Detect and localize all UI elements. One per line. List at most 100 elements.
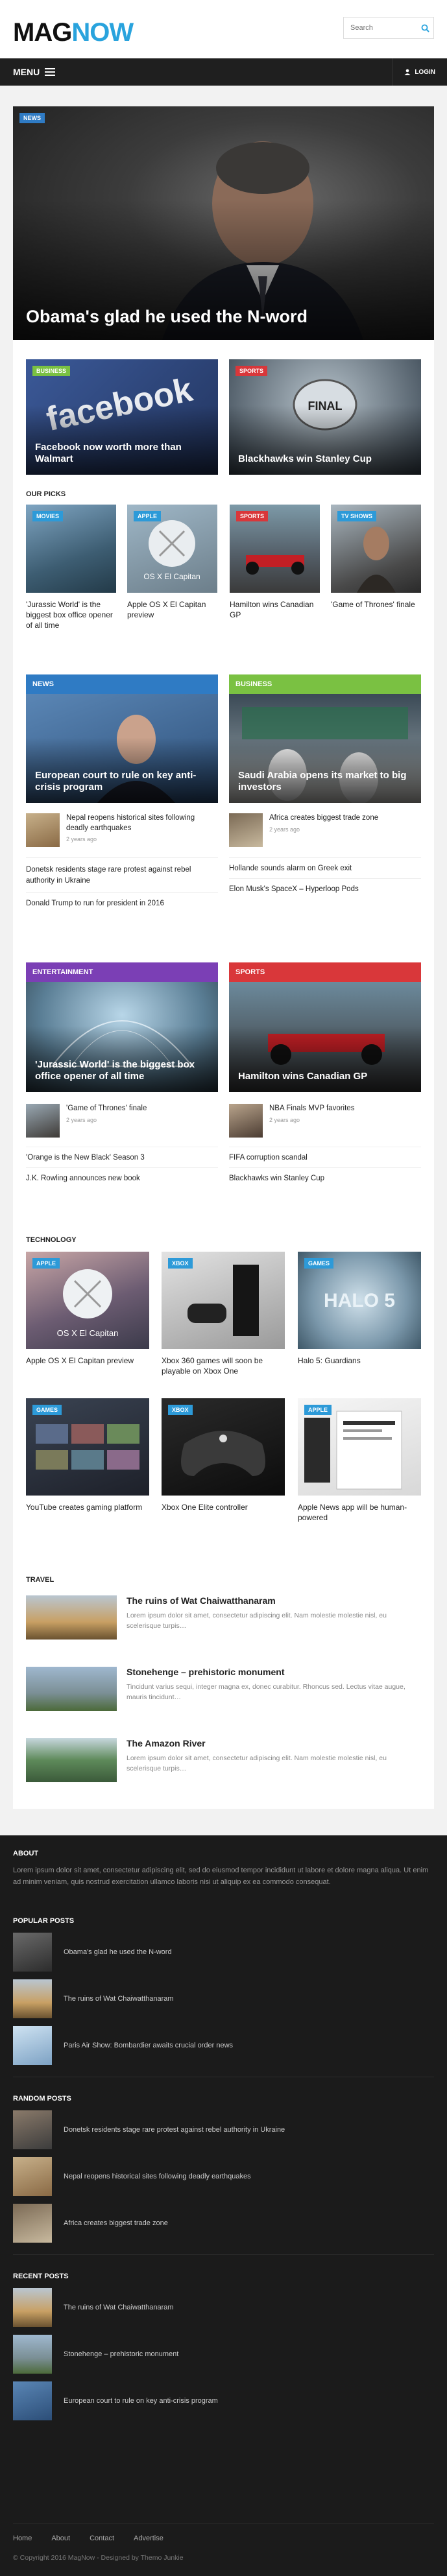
hero-tag[interactable]: NEWS [19, 113, 45, 123]
tech-card-1[interactable]: OS X El Capitan APPLE [26, 1252, 149, 1349]
tech-card-5[interactable]: XBOX [162, 1398, 285, 1496]
news-bar[interactable]: NEWS [26, 674, 218, 694]
travel-excerpt-2: Tincidunt varius sequi, integer magna ex… [127, 1683, 405, 1701]
pick-caption-1[interactable]: 'Jurassic World' is the biggest box offi… [26, 599, 116, 631]
tech-tag-5[interactable]: XBOX [168, 1405, 193, 1415]
tech-card-3[interactable]: HALO 5 GAMES [298, 1252, 421, 1349]
tech-tag-3[interactable]: GAMES [304, 1258, 334, 1269]
search-input[interactable] [344, 18, 417, 38]
sports-small-title: NBA Finals MVP favorites [269, 1104, 355, 1112]
sports-small-item[interactable]: NBA Finals MVP favorites 2 years ago [229, 1104, 421, 1138]
popular-post-3[interactable]: Paris Air Show: Bombardier awaits crucia… [13, 2026, 233, 2065]
random-title-3: Africa creates biggest trade zone [64, 2219, 168, 2227]
sports-small-meta: 2 years ago [269, 1116, 300, 1123]
pick-card-2[interactable]: OS X El Capitan APPLE [127, 505, 217, 593]
tech-tag-6[interactable]: APPLE [304, 1405, 332, 1415]
menu-label: MENU [13, 67, 40, 77]
footer-link-home[interactable]: Home [13, 2534, 32, 2542]
tech-caption-4[interactable]: YouTube creates gaming platform [26, 1502, 149, 1512]
tech-tag-4[interactable]: GAMES [32, 1405, 62, 1415]
pick-card-3[interactable]: SPORTS [230, 505, 320, 593]
pick-tag-4[interactable]: TV SHOWS [337, 511, 377, 521]
random-post-1[interactable]: Donetsk residents stage rare protest aga… [13, 2110, 285, 2149]
random-posts-title: RANDOM POSTS [13, 2095, 71, 2103]
tech-caption-1[interactable]: Apple OS X El Capitan preview [26, 1355, 149, 1366]
tech-card-2[interactable]: XBOX [162, 1252, 285, 1349]
travel-item-2[interactable]: Stonehenge – prehistoric monument Tincid… [26, 1667, 421, 1711]
travel-item-1[interactable]: The ruins of Wat Chaiwatthanaram Lorem i… [26, 1595, 421, 1640]
footer-link-contact[interactable]: Contact [90, 2534, 114, 2542]
tech-caption-3[interactable]: Halo 5: Guardians [298, 1355, 421, 1366]
footer-links: Home About Contact Advertise [13, 2534, 163, 2542]
travel-excerpt-1: Lorem ipsum dolor sit amet, consectetur … [127, 1612, 387, 1630]
pick-tag-1[interactable]: MOVIES [32, 511, 64, 521]
business-bar[interactable]: BUSINESS [229, 674, 421, 694]
recent-title-2: Stonehenge – prehistoric monument [64, 2350, 179, 2358]
feature-tag-business[interactable]: BUSINESS [32, 366, 71, 376]
site-logo[interactable]: MAGNOW [13, 18, 134, 47]
pick-tag-2[interactable]: APPLE [134, 511, 162, 521]
tech-card-6[interactable]: APPLE [298, 1398, 421, 1496]
recent-post-1[interactable]: The ruins of Wat Chaiwatthanaram [13, 2288, 174, 2327]
news-feature-title[interactable]: European court to rule on key anti-crisi… [35, 770, 209, 794]
news-line-2[interactable]: Donald Trump to run for president in 201… [26, 892, 218, 907]
tech-caption-6[interactable]: Apple News app will be human-powered [298, 1502, 421, 1523]
tech-caption-5[interactable]: Xbox One Elite controller [162, 1502, 285, 1512]
pick-caption-2[interactable]: Apple OS X El Capitan preview [127, 599, 217, 620]
user-icon [404, 69, 411, 75]
entertainment-line-2[interactable]: J.K. Rowling announces new book [26, 1167, 218, 1182]
tech-caption-2[interactable]: Xbox 360 games will soon be playable on … [162, 1355, 285, 1376]
pick-card-1[interactable]: MOVIES [26, 505, 116, 593]
entertainment-feature-card[interactable]: 'Jurassic World' is the biggest box offi… [26, 982, 218, 1092]
random-post-2[interactable]: Nepal reopens historical sites following… [13, 2157, 251, 2196]
entertainment-line-1[interactable]: 'Orange is the New Black' Season 3 [26, 1147, 218, 1162]
hero-card[interactable]: NEWS Obama's glad he used the N-word [13, 106, 434, 340]
login-button[interactable]: LOGIN [392, 58, 447, 86]
popular-post-2[interactable]: The ruins of Wat Chaiwatthanaram [13, 1979, 174, 2018]
feature-card-business[interactable]: facebook BUSINESS Facebook now worth mor… [26, 359, 218, 475]
feature-title-sports[interactable]: Blackhawks win Stanley Cup [238, 453, 412, 466]
tech-tag-2[interactable]: XBOX [168, 1258, 193, 1269]
sports-line-1[interactable]: FIFA corruption scandal [229, 1147, 421, 1162]
pick-caption-3[interactable]: Hamilton wins Canadian GP [230, 599, 320, 620]
popular-post-1[interactable]: Obama's glad he used the N-word [13, 1933, 172, 1972]
recent-post-3[interactable]: European court to rule on key anti-crisi… [13, 2381, 218, 2420]
login-label: LOGIN [415, 68, 435, 76]
sports-bar[interactable]: SPORTS [229, 962, 421, 982]
entertainment-feature-title[interactable]: 'Jurassic World' is the biggest box offi… [35, 1059, 209, 1084]
travel-item-3[interactable]: The Amazon River Lorem ipsum dolor sit a… [26, 1738, 421, 1782]
tech-card-4[interactable]: GAMES [26, 1398, 149, 1496]
pick-caption-4[interactable]: 'Game of Thrones' finale [331, 599, 421, 610]
news-line-1[interactable]: Donetsk residents stage rare protest aga… [26, 857, 218, 887]
news-small-item[interactable]: Nepal reopens historical sites following… [26, 813, 218, 847]
feature-tag-sports[interactable]: SPORTS [236, 366, 268, 376]
business-line-1[interactable]: Hollande sounds alarm on Greek exit [229, 857, 421, 872]
footer-link-advertise[interactable]: Advertise [134, 2534, 163, 2542]
news-small-title: Nepal reopens historical sites following… [66, 814, 195, 832]
recent-post-2[interactable]: Stonehenge – prehistoric monument [13, 2335, 178, 2374]
menu-toggle[interactable]: MENU [13, 67, 56, 77]
hero-title[interactable]: Obama's glad he used the N-word [26, 306, 425, 328]
random-thumb-2 [13, 2157, 52, 2196]
footer-link-about[interactable]: About [51, 2534, 70, 2542]
business-feature-card[interactable]: Saudi Arabia opens its market to big inv… [229, 694, 421, 803]
popular-thumb-3 [13, 2026, 52, 2065]
tech-tag-1[interactable]: APPLE [32, 1258, 60, 1269]
random-post-3[interactable]: Africa creates biggest trade zone [13, 2204, 168, 2243]
random-thumb-3 [13, 2204, 52, 2243]
entertainment-small-item[interactable]: 'Game of Thrones' finale 2 years ago [26, 1104, 218, 1138]
hamburger-icon [45, 68, 56, 76]
pick-tag-3[interactable]: SPORTS [236, 511, 269, 521]
sports-line-2[interactable]: Blackhawks win Stanley Cup [229, 1167, 421, 1182]
entertainment-bar[interactable]: ENTERTAINMENT [26, 962, 218, 982]
business-feature-title[interactable]: Saudi Arabia opens its market to big inv… [238, 770, 412, 794]
business-small-item[interactable]: Africa creates biggest trade zone 2 years… [229, 813, 421, 847]
pick-card-4[interactable]: TV SHOWS [331, 505, 421, 593]
news-feature-card[interactable]: European court to rule on key anti-crisi… [26, 694, 218, 803]
sports-feature-card[interactable]: Hamilton wins Canadian GP [229, 982, 421, 1092]
sports-feature-title[interactable]: Hamilton wins Canadian GP [238, 1071, 412, 1083]
feature-card-sports[interactable]: FINAL SPORTS Blackhawks win Stanley Cup [229, 359, 421, 475]
feature-title-business[interactable]: Facebook now worth more than Walmart [35, 442, 209, 466]
business-line-2[interactable]: Elon Musk's SpaceX – Hyperloop Pods [229, 878, 421, 893]
search-icon[interactable] [417, 18, 433, 38]
